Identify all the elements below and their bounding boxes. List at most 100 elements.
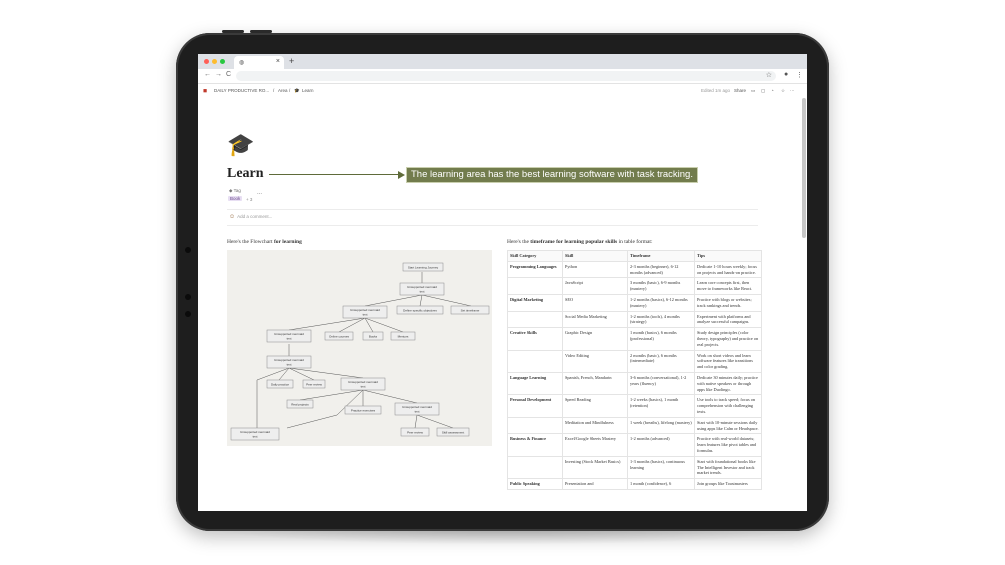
tips-cell: Practice with blogs or websites; track r… [694,293,762,312]
tag-chip[interactable]: Book [228,196,243,201]
flowchart-node-label: Online courses [329,335,350,339]
notion-top-bar: ◼ DAILY PRODUCTIVE RO... / Area / 🎓 Lear… [198,84,807,97]
skill-cell: Video Editing [562,349,628,373]
skill-cell: Investing (Stock Market Basics) [562,455,628,480]
column-header: Timeframe [627,250,695,262]
timeframe-cell: 2 months (basic), 6 months (intermediate… [627,349,695,373]
annotation-callout: The learning area has the best learning … [406,167,698,183]
tag-property[interactable]: ◆ Tag [229,188,241,194]
table-header-row: Skill Category Skill Timeframe Tips [507,250,762,262]
tips-cell: Use tools to track speed; focus on compr… [694,394,762,418]
skill-cell: Spanish, French, Mandarin [562,371,628,396]
reload-icon[interactable]: C [226,71,231,78]
table-row: Business & Finance Excel/Google Sheets Ma… [507,433,762,457]
table-intro-bold: timeframe for learning popular skills [530,239,618,245]
new-tab-button[interactable]: + [289,56,294,66]
timeframe-cell: 3-6 months (conversational), 1-2 years (… [627,371,695,396]
address-bar[interactable]: ☆ [236,71,776,81]
table-row: Creative Skills Graphic Design 1 month (ba… [507,327,762,351]
minimize-window-button[interactable] [212,59,217,64]
divider [227,209,758,210]
annotation-arrow-head [398,171,405,179]
comments-icon[interactable]: ▢ [761,88,765,94]
table-body: Programming Languages Python 2-3 months (b… [507,260,762,490]
page-title[interactable]: Learn [227,166,264,182]
timeframe-cell: 2-3 months (beginner), 6-12 months (adva… [627,260,695,279]
add-comment-row[interactable]: ☺ Add a comment... [229,214,272,220]
breadcrumb-item[interactable]: Learn [302,88,314,93]
bookmark-star-icon[interactable]: ☆ [766,71,772,79]
flowchart-intro-bold: for learning [273,239,302,245]
close-window-button[interactable] [204,59,209,64]
skill-category-cell [507,416,563,435]
tips-cell: Practice with real-world datasets; learn… [694,433,762,457]
skills-timeframe-table: Skill Category Skill Timeframe Tips Prog… [507,250,762,490]
timeframe-cell: 1-2 months (basics), 6-12 months (master… [627,293,695,312]
flowchart-node-label: Unsupported mermaid [274,358,304,362]
timeframe-cell: 1-2 months (advanced) [627,433,695,457]
flowchart-node-label: text [253,435,258,439]
breadcrumb-separator: / [273,88,275,93]
skill-cell: SEO [562,293,628,312]
graduation-cap-icon[interactable]: 🎓 [227,132,254,158]
breadcrumb-item[interactable]: DAILY PRODUCTIVE RO... [214,88,269,93]
timeframe-cell: 1-3 months (basics), continuous learning [627,455,695,480]
favorite-star-icon[interactable]: ☆ [781,88,785,94]
flowchart-node-label: Daily practice [271,383,289,387]
skill-category-cell: Personal Development [507,394,563,418]
skill-category-cell: Creative Skills [507,327,563,351]
flowchart-svg: Start Learning Journey Unsupported mermai… [230,262,490,441]
skill-category-cell: Public Speaking [507,478,563,490]
browser-menu-icon[interactable]: ⋮ [796,71,803,79]
tips-cell: Start with foundational books like The I… [694,455,762,480]
add-comment-placeholder: Add a comment... [237,214,273,219]
column-header: Skill [562,250,628,262]
timeframe-cell: 1 month (confidence), 6 [627,478,695,490]
flowchart-intro-text: Here's the Flowchart [227,239,274,245]
annotation-arrow-line [269,174,399,176]
skill-cell: Speed Reading [562,394,628,418]
browser-tab[interactable]: ◍ × [234,56,284,69]
tablet-screen: ◍ × + ← → C ☆ ● ⋮ ◼ DAILY PRODUCTIVE RO.… [198,54,807,511]
flowchart-node-label: Define specific objectives [403,309,437,313]
flowchart-node-label: Set timeframe [461,309,480,313]
share-button[interactable]: Share [734,88,746,93]
breadcrumb-item[interactable]: Area [278,88,288,93]
profile-avatar-icon[interactable]: ● [784,71,788,78]
page-scrollbar[interactable] [802,98,806,238]
skill-category-cell: Digital Marketing [507,293,563,312]
table-row: Investing (Stock Market Basics) 1-3 month… [507,455,762,480]
tab-close-icon[interactable]: × [276,58,280,65]
flowchart-node-label: Unsupported mermaid [274,332,304,336]
tag-more-count[interactable]: + 3 [246,197,252,202]
flowchart-node-label: Start Learning Journey [408,266,439,270]
flowchart-node-label: text [287,337,292,341]
skill-cell: Presentation and [562,478,628,490]
camera-sensor [185,247,191,253]
tips-cell: Dedicate 1-10 hours weekly; focus on pro… [694,260,762,279]
flowchart-diagram[interactable]: Start Learning Journey Unsupported mermai… [227,250,492,446]
globe-icon: ◍ [239,60,245,66]
forward-arrow-icon[interactable]: → [215,71,222,78]
back-arrow-icon[interactable]: ← [204,71,211,78]
tips-cell: Work on short videos and learn software … [694,349,762,373]
table-row: JavaScript 3 months (basic), 6-9 months (… [507,277,762,295]
table-row: Language Learning Spanish, French, Mandar… [507,371,762,396]
volume-button [250,30,272,33]
page-icons-icon[interactable]: ▭ [751,88,755,94]
browser-toolbar: ← → C ☆ ● ⋮ [198,69,807,84]
property-more-button[interactable]: ... [257,190,262,196]
flowchart-node-label: Peer review [306,383,323,387]
flowchart-node-label: Peer review [407,431,424,435]
history-icon[interactable]: ◔ [771,88,774,93]
maximize-window-button[interactable] [220,59,225,64]
flowchart-node-label: Mentors [398,335,409,339]
more-options-icon[interactable]: ··· [790,88,795,93]
tips-cell: Start with 10-minute sessions daily usin… [694,416,762,435]
flowchart-node-label: Unsupported mermaid [407,285,437,289]
table-intro-end: in table format: [617,239,653,245]
flowchart-intro: Here's the Flowchart for learning [227,239,302,245]
browser-tab-bar: ◍ × + [198,54,807,69]
skill-cell: JavaScript [562,277,628,295]
skill-category-cell [507,455,563,480]
